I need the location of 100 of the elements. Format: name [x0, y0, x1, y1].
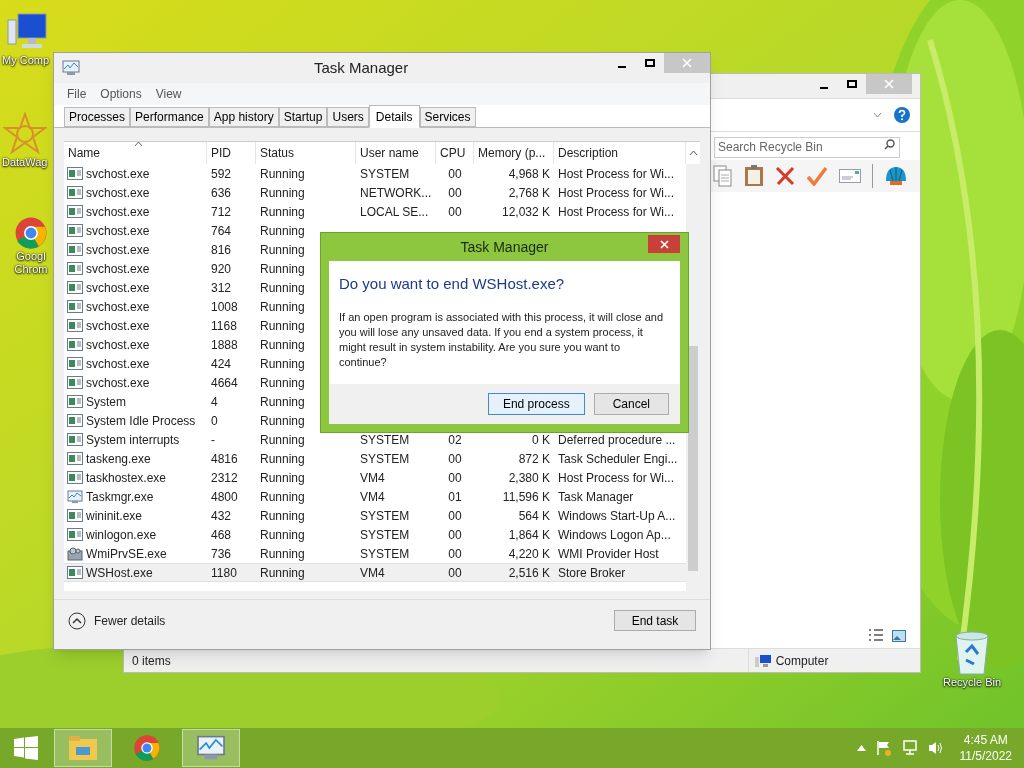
table-cell-text: 2,380 K	[508, 469, 550, 487]
table-cell-text: 00	[448, 564, 462, 582]
table-cell-text: Host Process for Wi...	[558, 165, 675, 183]
table-cell-text: VM4	[360, 564, 385, 582]
table-cell-text: VM4	[360, 488, 385, 506]
table-cell-text: Running	[260, 545, 305, 563]
table-cell-text: 4,968 K	[508, 165, 550, 183]
table-cell-text: svchost.exe	[86, 260, 150, 278]
table-cell-text: Running	[260, 165, 305, 183]
table-cell-text: 1180	[211, 564, 237, 582]
table-cell-text: Running	[260, 507, 305, 525]
table-cell-text: -	[211, 431, 215, 449]
table-cell-text: Running	[260, 374, 305, 392]
table-cell-text: Running	[260, 260, 305, 278]
table-cell-text: SYSTEM	[360, 165, 410, 183]
table-cell-text: svchost.exe	[86, 298, 150, 316]
table-cell-text: 00	[448, 203, 462, 221]
table-cell-text: 816	[211, 241, 232, 259]
table-cell-text: WMI Provider Host	[558, 545, 659, 563]
table-cell-text: 764	[211, 222, 232, 240]
table-cell-text: svchost.exe	[86, 374, 150, 392]
status-text: 0 items	[132, 652, 171, 670]
table-cell-text: Running	[260, 184, 305, 202]
table-cell-text: SYSTEM	[360, 507, 410, 525]
table-cell-text: Running	[260, 298, 305, 316]
table-cell-text: svchost.exe	[86, 222, 150, 240]
table-cell-text: 468	[211, 526, 232, 544]
table-cell-text: taskhostex.exe	[86, 469, 167, 487]
table-cell-text: wininit.exe	[86, 507, 143, 525]
table-cell-text: Running	[260, 203, 305, 221]
table-cell-text: 712	[211, 203, 232, 221]
table-cell-text: svchost.exe	[86, 241, 150, 259]
table-cell-text: Windows Start-Up A...	[558, 507, 676, 525]
table-cell-text: Running	[260, 469, 305, 487]
table-cell-text: 01	[448, 488, 462, 506]
dialog-title: Task Manager	[460, 237, 549, 257]
table-cell-text: Host Process for Wi...	[558, 184, 675, 202]
table-cell-text: Running	[260, 317, 305, 335]
table-cell-text: Running	[260, 279, 305, 297]
table-cell-text: 4800	[211, 488, 238, 506]
table-cell-text: svchost.exe	[86, 355, 150, 373]
table-cell-text: 00	[448, 469, 462, 487]
table-cell-text: Running	[260, 564, 305, 582]
table-cell-text: Deferred procedure ...	[558, 431, 676, 449]
dialog-heading: Do you want to end WSHost.exe?	[339, 274, 566, 294]
table-cell-text: Running	[260, 336, 305, 354]
table-cell-text: taskeng.exe	[86, 450, 151, 468]
table-cell-text: 312	[211, 279, 232, 297]
table-cell-text: 00	[448, 450, 462, 468]
dialog-message: If an open program is associated with this process, it will close and you will lose any unsaved data. If you end a system process, it might result in system instability. Are you sure you want to continue?	[339, 309, 665, 370]
table-cell-text: 1168	[211, 317, 237, 335]
table-cell-text: 00	[448, 165, 462, 183]
table-cell-text: 2312	[211, 469, 238, 487]
table-cell-text: 2,516 K	[508, 564, 550, 582]
table-cell-text: Running	[260, 450, 305, 468]
table-cell-text: svchost.exe	[86, 165, 150, 183]
table-cell-text: Task Manager	[558, 488, 634, 506]
table-cell-text: Task Scheduler Engi...	[558, 450, 678, 468]
table-cell-text: 00	[448, 184, 462, 202]
table-cell-text: 424	[211, 355, 232, 373]
table-cell-text: 564 K	[518, 507, 550, 525]
table-cell-text: Store Broker	[558, 564, 626, 582]
table-cell-text: svchost.exe	[86, 279, 150, 297]
table-cell-text: 592	[211, 165, 232, 183]
table-cell-text: 00	[448, 545, 462, 563]
table-cell-text: Host Process for Wi...	[558, 469, 675, 487]
table-cell-text: 00	[448, 507, 462, 525]
table-cell-text: System interrupts	[86, 431, 180, 449]
table-cell-text: Windows Logon Ap...	[558, 526, 671, 544]
table-cell-text: Running	[260, 526, 305, 544]
table-cell-text: WmiPrvSE.exe	[86, 545, 167, 563]
table-cell-text: 4816	[211, 450, 238, 468]
table-cell-text: 432	[211, 507, 232, 525]
table-cell-text: 4664	[211, 374, 238, 392]
table-cell-text: NETWORK...	[360, 184, 432, 202]
table-cell-text: Running	[260, 431, 305, 449]
table-cell-text: 02	[448, 431, 462, 449]
table-cell-text: 0	[211, 412, 218, 430]
table-cell-text: System Idle Process	[86, 412, 196, 430]
table-cell-text: VM4	[360, 469, 385, 487]
table-cell-text: 12,032 K	[501, 203, 550, 221]
table-cell-text: 00	[448, 526, 462, 544]
table-cell-text: Host Process for Wi...	[558, 203, 675, 221]
table-cell-text: SYSTEM	[360, 526, 410, 544]
table-cell-text: Running	[260, 488, 305, 506]
table-cell-text: 1008	[211, 298, 238, 316]
table-cell-text: 1888	[211, 336, 238, 354]
table-cell-text: 920	[211, 260, 232, 278]
table-cell-text: svchost.exe	[86, 203, 150, 221]
table-cell-text: 736	[211, 545, 232, 563]
table-cell-text: System	[86, 393, 126, 411]
table-cell-text: 0 K	[532, 431, 550, 449]
table-cell-text: Running	[260, 393, 305, 411]
table-cell-text: 1,864 K	[508, 526, 550, 544]
table-cell-text: Running	[260, 222, 305, 240]
table-cell-text: svchost.exe	[86, 317, 150, 335]
table-cell-text: SYSTEM	[360, 545, 410, 563]
table-cell-text: SYSTEM	[360, 450, 410, 468]
table-cell-text: svchost.exe	[86, 184, 150, 202]
table-cell-text: LOCAL SE...	[360, 203, 429, 221]
